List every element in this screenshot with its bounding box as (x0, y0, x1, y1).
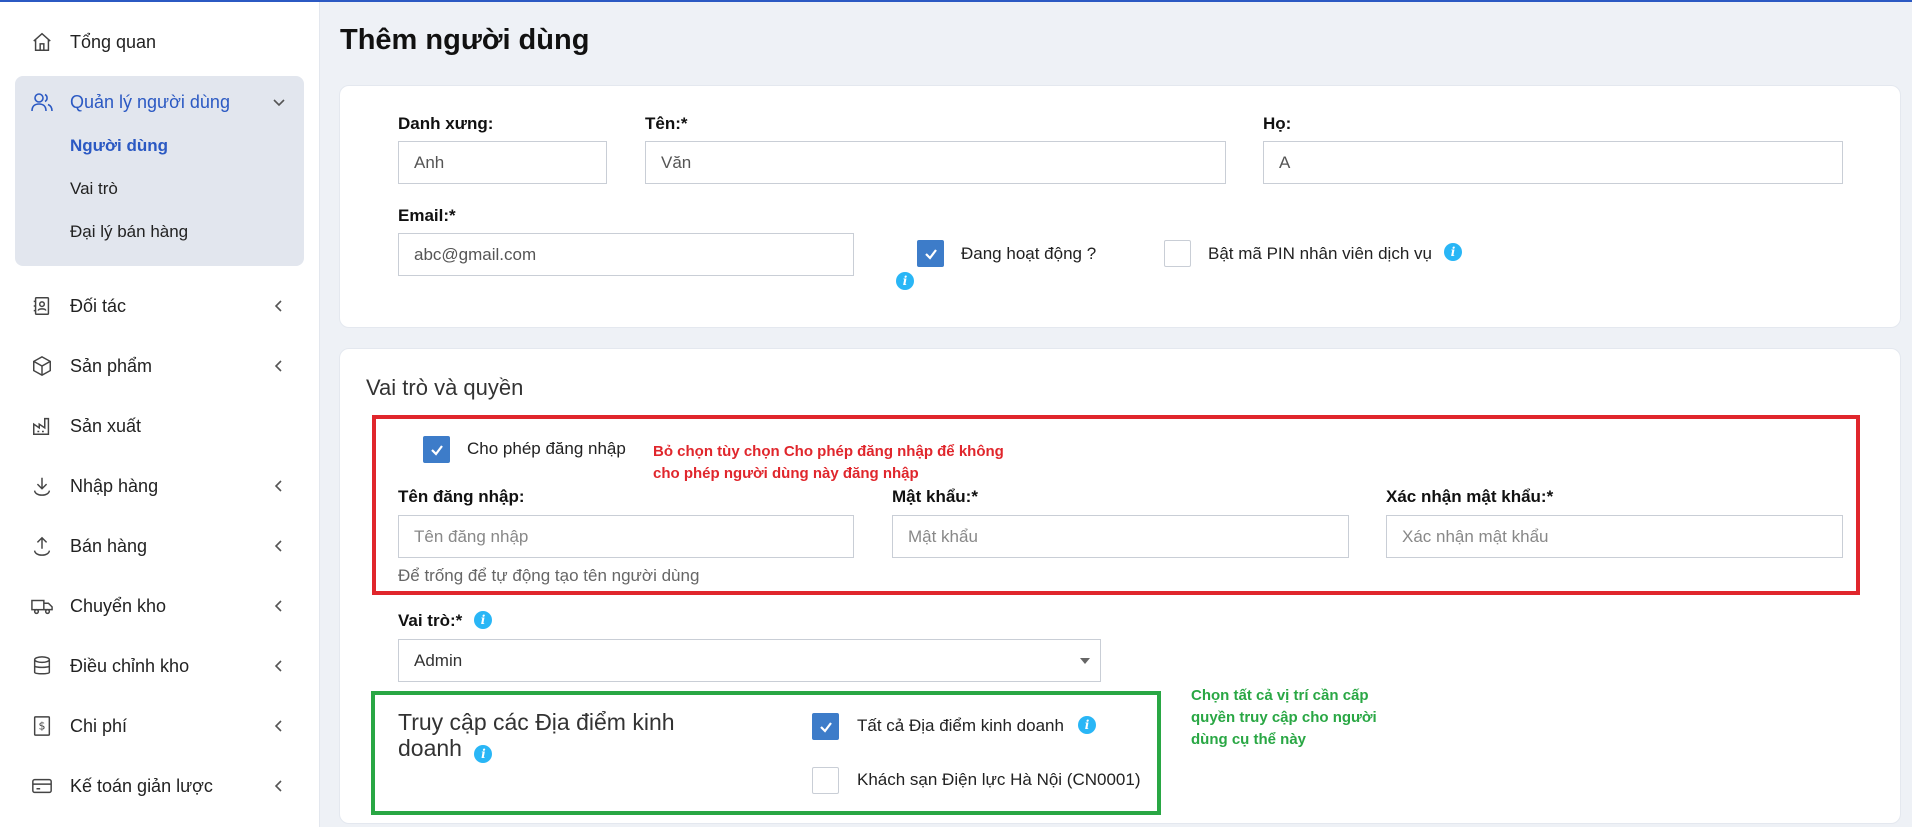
chevron-left-icon (270, 717, 288, 735)
sidebar-item-transfers[interactable]: Chuyển kho (0, 584, 320, 628)
password-input[interactable] (892, 515, 1349, 558)
active-label: Đang hoạt động ? (961, 244, 1097, 263)
sidebar-item-user-management[interactable]: Quản lý người dùng (0, 80, 320, 124)
truck-icon (30, 594, 54, 618)
chevron-left-icon (270, 477, 288, 495)
download-icon (30, 474, 54, 498)
sidebar-item-label: Quản lý người dùng (70, 91, 230, 112)
info-icon[interactable]: i (896, 272, 914, 290)
chevron-left-icon (270, 777, 288, 795)
info-icon[interactable]: i (474, 745, 493, 763)
username-hint: Để trống để tự động tạo tên người dùng (398, 566, 700, 585)
chevron-left-icon (270, 597, 288, 615)
annotation-red-note: Bỏ chọn tùy chọn Cho phép đăng nhập để k… (653, 443, 1004, 482)
annotation-green-note: Chọn tất cả vị trí cần cấp quyền truy cậ… (1191, 687, 1377, 748)
home-icon (30, 30, 54, 54)
locations-title-text: Truy cập các Địa điểm kinh doanh (398, 709, 675, 761)
role-label: Vai trò:* (398, 611, 463, 630)
sidebar-item-purchases[interactable]: Nhập hàng (0, 464, 320, 508)
sidebar: Tổng quan Quản lý người dùng Người dùng … (0, 2, 320, 827)
caret-down-icon (1080, 658, 1090, 664)
all-locations-label: Tất cả Địa điểm kinh doanh (857, 716, 1064, 735)
chevron-down-icon (270, 93, 288, 111)
contacts-icon (30, 294, 54, 318)
roles-section-title: Vai trò và quyền (366, 375, 524, 400)
sidebar-item-label: Tổng quan (70, 31, 157, 52)
sidebar-item-label: Kế toán giản lược (70, 775, 213, 796)
database-icon (30, 654, 54, 678)
last-name-input[interactable] (1263, 141, 1843, 184)
page-title: Thêm người dùng (340, 24, 590, 56)
chevron-left-icon (270, 357, 288, 375)
email-label: Email:* (398, 206, 456, 225)
all-locations-checkbox[interactable] (812, 713, 839, 740)
check-icon (924, 248, 937, 260)
info-icon[interactable]: i (474, 611, 492, 629)
allow-login-label: Cho phép đăng nhập (467, 439, 626, 458)
upload-icon (30, 534, 54, 558)
sidebar-item-expenses[interactable]: $ Chi phí (0, 704, 320, 748)
service-pin-label: Bật mã PIN nhân viên dịch vụ (1208, 244, 1432, 263)
sidebar-item-label: Sản phẩm (70, 355, 153, 376)
svg-text:$: $ (39, 720, 46, 733)
sidebar-item-accounting[interactable]: Kế toán giản lược (0, 764, 320, 808)
last-name-label: Họ: (1263, 114, 1292, 133)
role-select-value: Admin (414, 650, 463, 670)
first-name-label: Tên:* (645, 114, 688, 133)
dollar-icon: $ (30, 714, 54, 738)
check-icon (430, 444, 443, 456)
location-checkbox[interactable] (812, 767, 839, 794)
factory-icon (30, 414, 54, 438)
chevron-left-icon (270, 297, 288, 315)
sidebar-item-label: Chuyển kho (70, 595, 167, 616)
sidebar-item-stock-adjustment[interactable]: Điều chỉnh kho (0, 644, 320, 688)
username-input[interactable] (398, 515, 854, 558)
sidebar-subitem-users[interactable]: Người dùng (70, 136, 168, 156)
sidebar-item-label: Bán hàng (70, 535, 148, 556)
box-icon (30, 354, 54, 378)
sidebar-item-label: Sản xuất (70, 415, 142, 436)
locations-title: Truy cập các Địa điểm kinh doanh i (398, 709, 698, 763)
sidebar-item-products[interactable]: Sản phẩm (0, 344, 320, 388)
sidebar-item-partners[interactable]: Đối tác (0, 284, 320, 328)
sidebar-item-label: Điều chỉnh kho (70, 655, 190, 676)
salutation-label: Danh xưng: (398, 114, 494, 133)
sidebar-item-production[interactable]: Sản xuất (0, 404, 320, 448)
email-input[interactable] (398, 233, 854, 276)
sidebar-item-sales[interactable]: Bán hàng (0, 524, 320, 568)
password-label: Mật khẩu:* (892, 487, 978, 506)
location-label: Khách sạn Điện lực Hà Nội (CN0001) (857, 770, 1141, 789)
salutation-input[interactable] (398, 141, 607, 184)
username-label: Tên đăng nhập: (398, 487, 525, 506)
card-icon (30, 774, 54, 798)
role-select[interactable]: Admin (398, 639, 1101, 682)
user-info-card (339, 85, 1901, 328)
chevron-left-icon (270, 657, 288, 675)
check-icon (819, 721, 832, 733)
confirm-password-label: Xác nhận mật khẩu:* (1386, 487, 1554, 506)
active-checkbox[interactable] (917, 240, 944, 267)
sidebar-item-overview[interactable]: Tổng quan (0, 20, 320, 64)
confirm-password-input[interactable] (1386, 515, 1843, 558)
sidebar-subitem-sales-agents[interactable]: Đại lý bán hàng (70, 222, 188, 242)
info-icon[interactable]: i (1078, 716, 1096, 734)
first-name-input[interactable] (645, 141, 1226, 184)
allow-login-checkbox[interactable] (423, 436, 450, 463)
sidebar-subitem-roles[interactable]: Vai trò (70, 179, 118, 199)
service-pin-checkbox[interactable] (1164, 240, 1191, 267)
users-icon (30, 90, 54, 114)
chevron-left-icon (270, 537, 288, 555)
sidebar-item-label: Chi phí (70, 715, 128, 736)
sidebar-item-label: Đối tác (70, 295, 127, 316)
sidebar-item-label: Nhập hàng (70, 475, 159, 496)
info-icon[interactable]: i (1444, 243, 1462, 261)
